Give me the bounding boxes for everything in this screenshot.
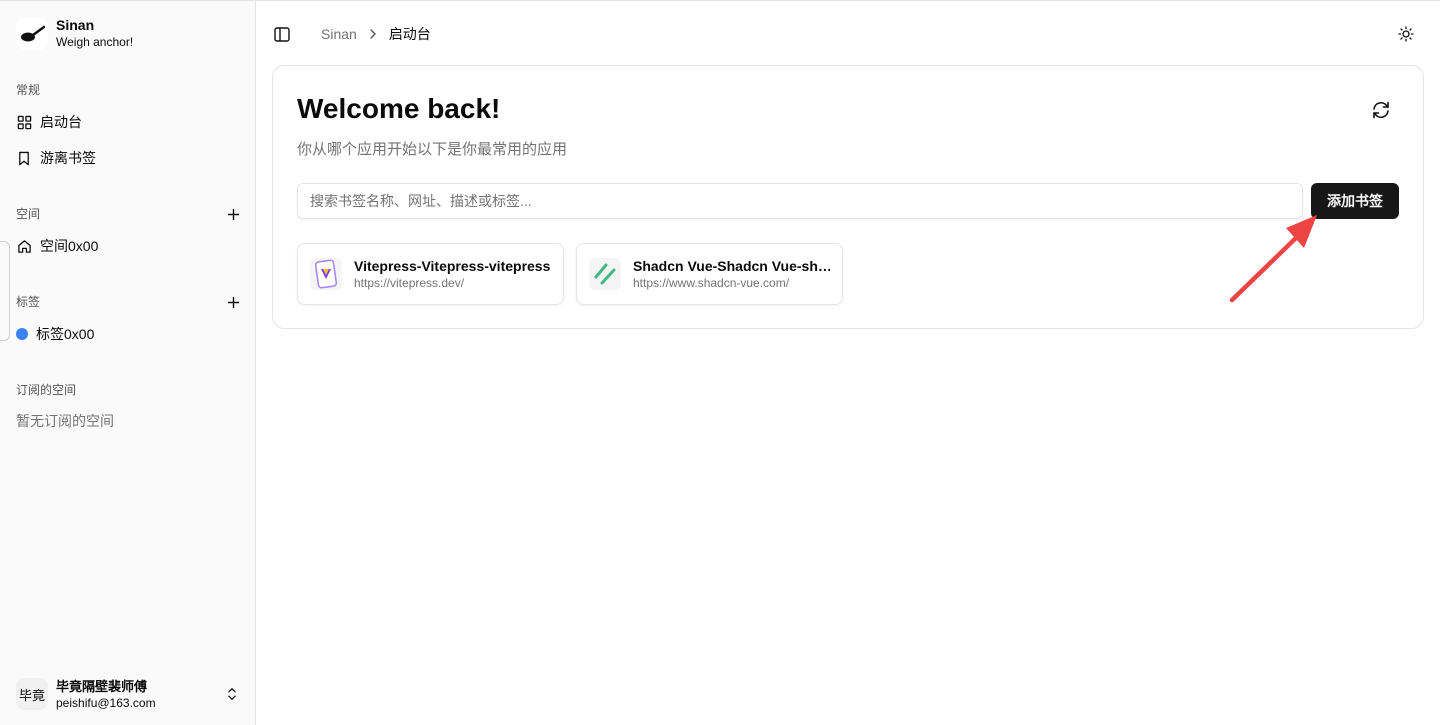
breadcrumb-root[interactable]: Sinan <box>321 26 357 42</box>
page-title: Welcome back! <box>297 93 501 124</box>
sidebar-item-tag[interactable]: 标签0x00 <box>8 318 248 350</box>
brand-tagline: Weigh anchor! <box>56 35 134 49</box>
theme-toggle-button[interactable] <box>1394 22 1418 46</box>
sidebar-toggle-button[interactable] <box>272 25 292 43</box>
refresh-button[interactable] <box>1368 97 1394 123</box>
group-label-spaces: 空间 <box>16 207 41 221</box>
bookmark-url: https://vitepress.dev/ <box>354 276 465 290</box>
user-menu[interactable]: 毕竟 毕竟隔壁裴师傅 peishifu@163.com <box>8 672 248 716</box>
plus-icon <box>227 208 239 220</box>
bookmark-url: https://www.shadcn-vue.com/ <box>633 276 790 290</box>
sun-icon <box>1398 26 1414 42</box>
add-tag-button[interactable] <box>225 294 241 310</box>
search-input[interactable] <box>297 183 1303 219</box>
page-subtitle: 你从哪个应用开始以下是你最常用的应用 <box>297 141 568 158</box>
shadcn-logo-icon <box>589 258 621 290</box>
spoon-logo-icon <box>16 17 48 50</box>
group-label-subscribed: 订阅的空间 <box>16 383 77 397</box>
home-icon <box>16 238 32 254</box>
group-label-tags: 标签 <box>16 295 41 309</box>
sidebar: Sinan Weigh anchor! 常规 启动台 游离书签 空间 空间0x0… <box>0 1 256 725</box>
sidebar-item-label: 标签0x00 <box>36 326 95 342</box>
subscribed-empty-text: 暂无订阅的空间 <box>16 413 114 429</box>
sidebar-item-launchpad[interactable]: 启动台 <box>8 106 248 138</box>
sidebar-item-label: 空间0x00 <box>40 238 99 254</box>
refresh-icon <box>1373 101 1389 119</box>
avatar: 毕竟 <box>16 678 48 710</box>
user-name: 毕竟隔壁裴师傅 <box>56 678 148 694</box>
bookmark-icon <box>16 150 32 166</box>
vitepress-logo-icon <box>310 258 342 290</box>
sidebar-item-space[interactable]: 空间0x00 <box>8 230 248 262</box>
bookmark-card[interactable]: Shadcn Vue-Shadcn Vue-shadcn https://www… <box>576 243 843 305</box>
add-space-button[interactable] <box>225 206 241 222</box>
sidebar-item-label: 启动台 <box>40 114 82 130</box>
launchpad-card: Welcome back! 你从哪个应用开始以下是你最常用的应用 添加书签 Vi… <box>272 65 1424 329</box>
bookmark-title: Shadcn Vue-Shadcn Vue-shadcn <box>633 258 830 274</box>
panel-left-icon <box>274 26 290 42</box>
sidebar-resize-handle[interactable] <box>0 241 10 341</box>
chevrons-up-down-icon <box>224 686 240 702</box>
breadcrumb: Sinan 启动台 <box>321 25 431 43</box>
breadcrumb-current: 启动台 <box>388 26 431 42</box>
grid-icon <box>16 114 32 130</box>
brand-name: Sinan <box>56 17 95 33</box>
add-bookmark-button[interactable]: 添加书签 <box>1311 183 1399 219</box>
tag-color-dot <box>16 328 28 340</box>
sidebar-item-free-bookmarks[interactable]: 游离书签 <box>8 142 248 174</box>
user-email: peishifu@163.com <box>56 695 156 710</box>
brand[interactable]: Sinan Weigh anchor! <box>16 17 133 50</box>
plus-icon <box>227 296 239 308</box>
bookmark-card[interactable]: Vitepress-Vitepress-vitepress https://vi… <box>297 243 564 305</box>
bookmark-title: Vitepress-Vitepress-vitepress <box>354 258 551 274</box>
chevron-right-icon <box>369 28 377 40</box>
group-label-general: 常规 <box>16 83 41 97</box>
sidebar-item-label: 游离书签 <box>40 150 96 166</box>
